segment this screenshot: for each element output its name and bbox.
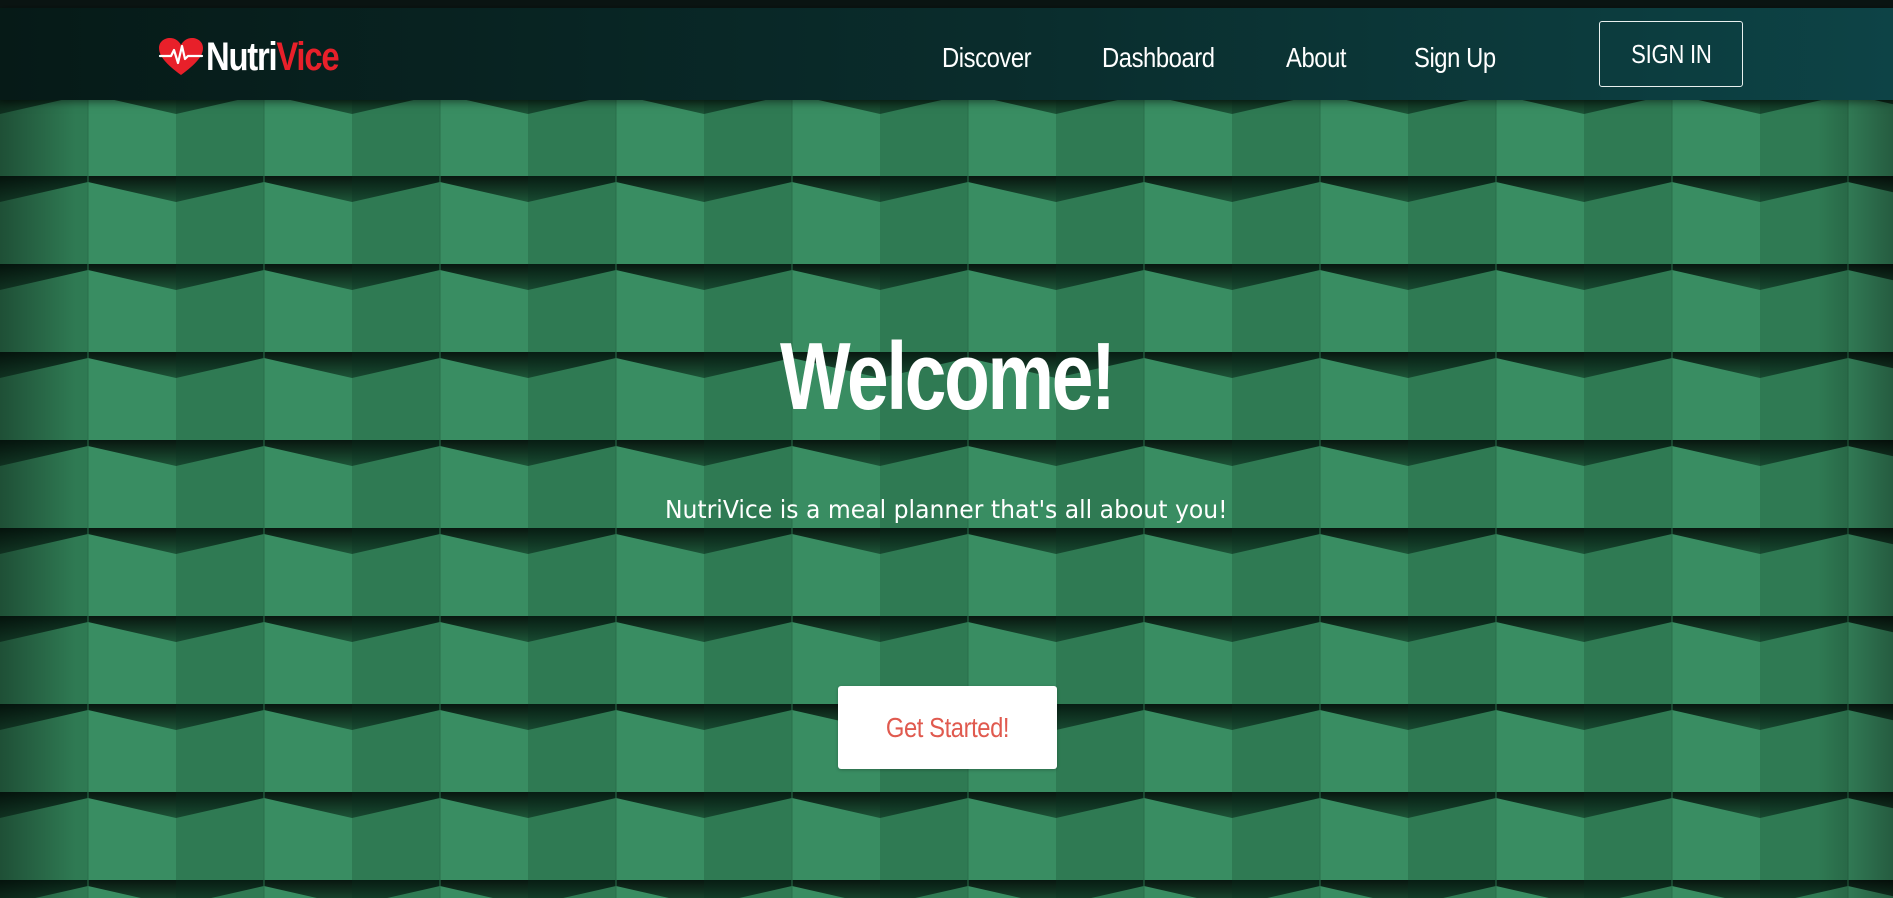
navbar: NutriVice Discover Dashboard About Sign … [0,8,1893,100]
sign-in-label: SIGN IN [1630,38,1712,69]
nav-link-about[interactable]: About [1286,38,1346,78]
brand-name-part1: Nutri [206,35,278,79]
hero-subtitle: NutriVice is a meal planner that's all a… [0,492,1893,528]
sign-in-button[interactable]: SIGN IN [1599,21,1743,87]
hero-title: Welcome! [0,322,1893,432]
get-started-label: Get Started! [885,711,1010,743]
brand-logo-link[interactable]: NutriVice [158,32,367,82]
brand-name-part2: Vice [276,35,339,79]
hero-title-text: Welcome! [779,323,1116,430]
hero-subtitle-text: NutriVice is a meal planner that's all a… [665,495,1228,524]
hero-section: Welcome! NutriVice is a meal planner tha… [0,100,1893,898]
nav-link-discover[interactable]: Discover [942,38,1032,78]
get-started-button[interactable]: Get Started! [838,686,1057,769]
nav-link-dashboard[interactable]: Dashboard [1102,38,1215,78]
heart-pulse-icon [158,38,204,75]
brand-name: NutriVice [206,32,340,82]
nav-link-sign-up[interactable]: Sign Up [1414,38,1496,78]
